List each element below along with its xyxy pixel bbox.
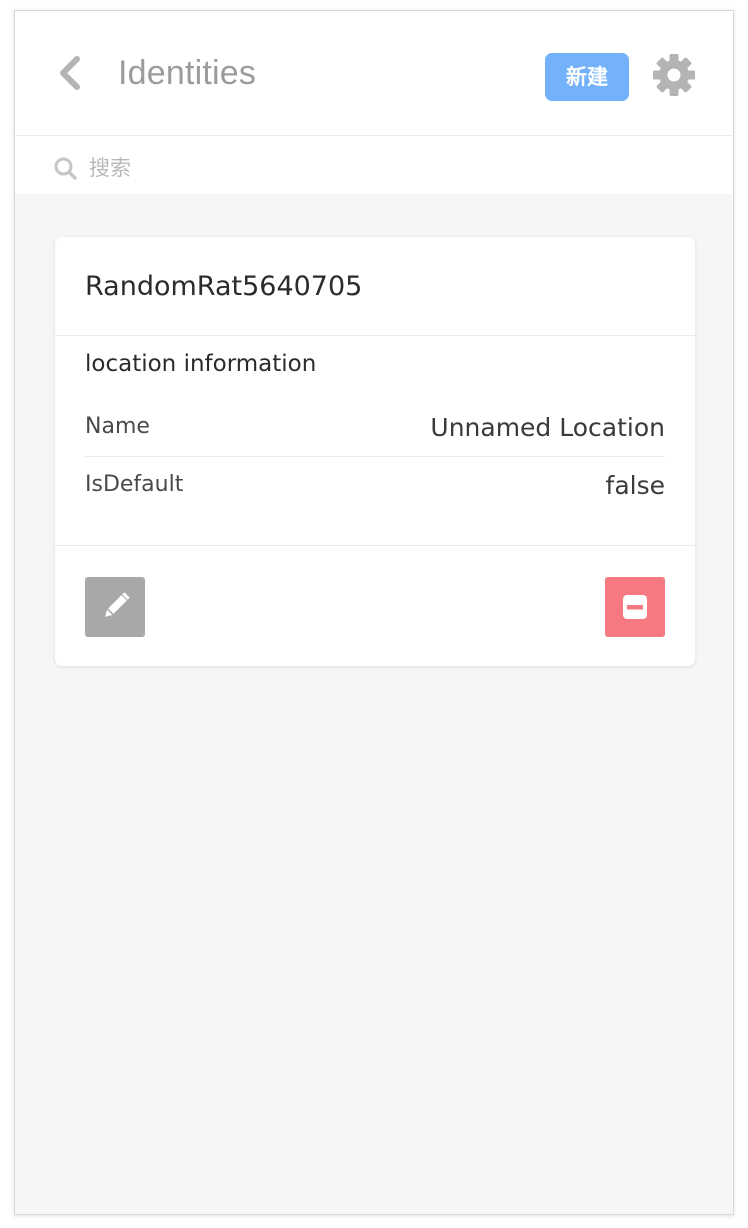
field-row-name: Name Unnamed Location (85, 399, 665, 457)
field-value: false (605, 471, 665, 500)
field-label: Name (85, 414, 150, 439)
search-icon (54, 157, 77, 180)
identity-name: RandomRat5640705 (85, 271, 363, 302)
delete-button[interactable] (605, 577, 665, 637)
gear-icon (653, 54, 695, 96)
app-window: Identities 新建 搜索 RandomRat5640705 locati… (14, 10, 734, 1215)
minus-square-icon (623, 595, 647, 619)
identity-card: RandomRat5640705 location information Na… (55, 237, 695, 666)
back-button[interactable] (53, 53, 85, 93)
section-title: location information (85, 351, 317, 377)
search-bar (15, 136, 733, 194)
divider (55, 335, 695, 336)
field-value: Unnamed Location (430, 413, 665, 442)
chevron-left-icon (60, 56, 80, 90)
divider (55, 545, 695, 546)
header-bar: Identities 新建 (15, 11, 733, 136)
edit-button[interactable] (85, 577, 145, 637)
new-button[interactable]: 新建 (545, 53, 629, 101)
search-input[interactable] (87, 148, 691, 188)
settings-button[interactable] (652, 53, 696, 97)
page-title: Identities (118, 54, 257, 92)
pencil-icon (105, 592, 130, 617)
field-label: IsDefault (85, 472, 184, 497)
field-row-isdefault: IsDefault false (85, 457, 665, 515)
